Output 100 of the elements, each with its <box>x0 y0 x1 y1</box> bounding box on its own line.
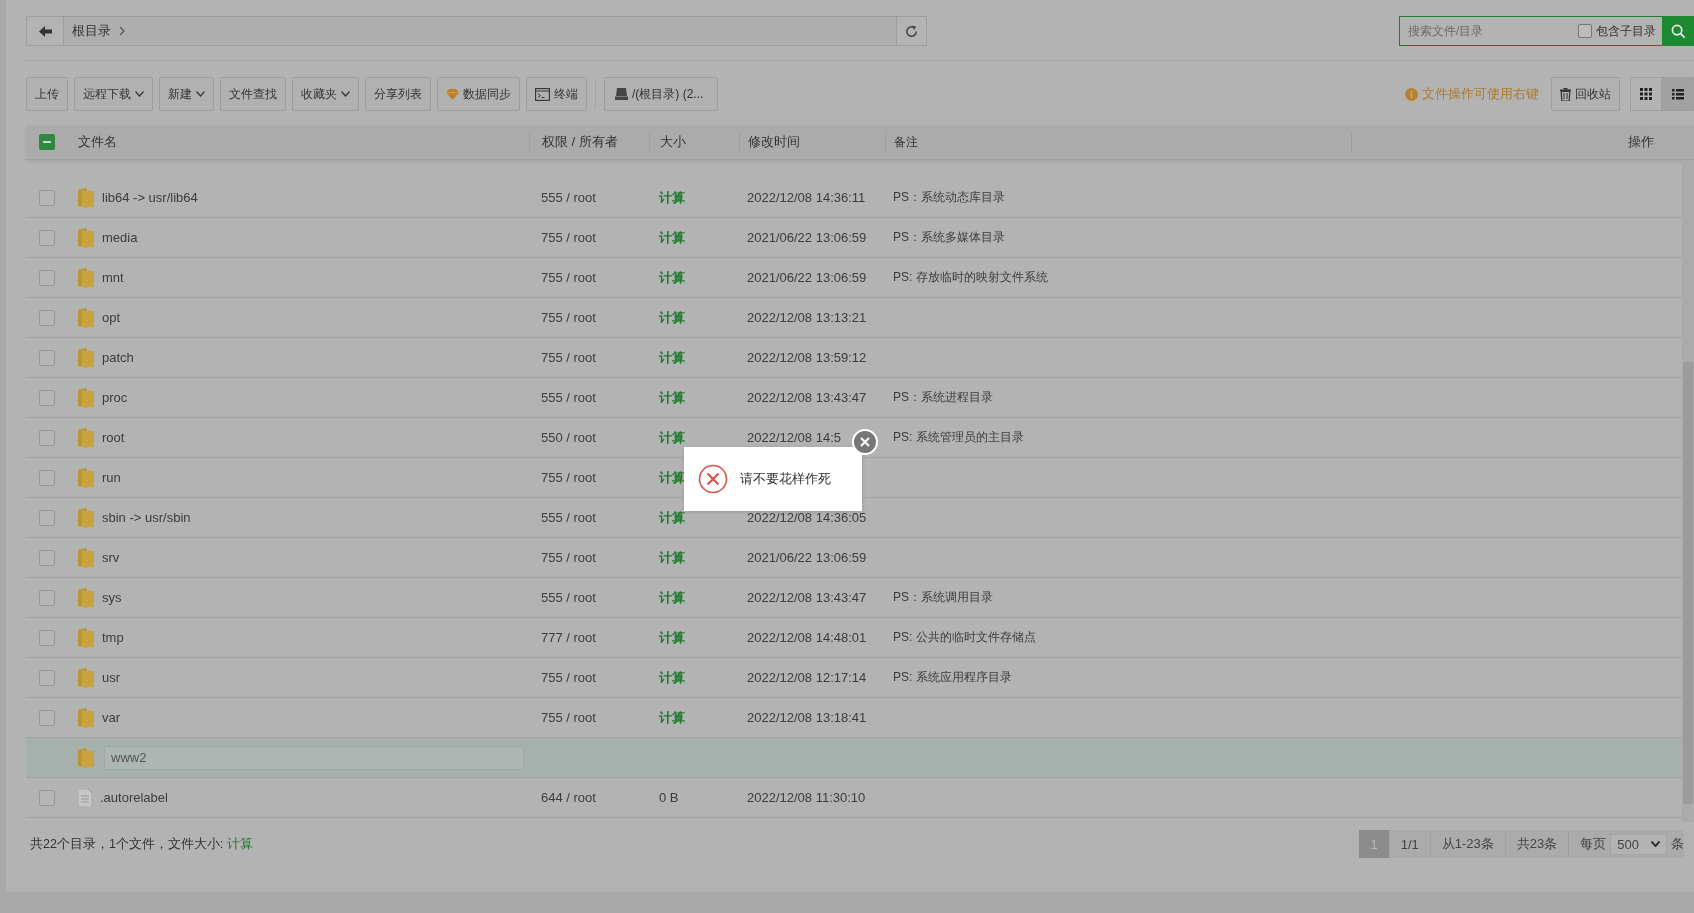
include-subdirs-checkbox[interactable]: 包含子目录 <box>1578 22 1662 40</box>
row-checkbox[interactable] <box>39 709 55 726</box>
list-icon <box>1671 88 1684 100</box>
folder-icon <box>78 267 94 288</box>
search-field[interactable]: 搜索文件/目录 包含子目录 <box>1399 16 1694 46</box>
file-name[interactable]: opt <box>102 310 121 325</box>
toolbar-button[interactable]: 远程下载 <box>74 77 153 111</box>
toolbar-button[interactable]: 终端 <box>526 77 587 111</box>
caret-icon <box>135 91 144 97</box>
file-name[interactable]: tmp <box>102 630 124 645</box>
row-checkbox[interactable] <box>39 509 55 526</box>
row-checkbox[interactable] <box>39 429 55 446</box>
remark-cell[interactable]: PS: 存放临时的映射文件系统 <box>893 270 1048 284</box>
row-checkbox[interactable] <box>39 389 55 406</box>
grid-view-button[interactable] <box>1630 77 1662 111</box>
file-name[interactable]: run <box>102 470 121 485</box>
toolbar-button[interactable]: 收藏夹 <box>292 77 359 111</box>
permissions-cell[interactable]: 644 / root <box>541 790 596 805</box>
refresh-icon <box>904 23 919 39</box>
folder-icon <box>78 467 94 488</box>
info-icon <box>1405 87 1418 101</box>
page-info: 共23条 <box>1504 830 1569 858</box>
back-button[interactable] <box>27 17 64 45</box>
remark-cell[interactable]: PS：系统多媒体目录 <box>893 230 1005 244</box>
toolbar-button[interactable]: 数据同步 <box>437 77 520 111</box>
file-name[interactable]: sbin -> usr/sbin <box>102 510 191 525</box>
row-checkbox[interactable] <box>39 669 55 686</box>
file-name[interactable]: root <box>102 430 125 445</box>
file-name[interactable]: var <box>102 710 121 725</box>
column-header: 权限 / 所有者 <box>542 133 618 151</box>
file-name[interactable]: media <box>102 230 138 245</box>
toolbar-button[interactable]: 新建 <box>159 77 214 111</box>
permissions-cell[interactable]: 555 / root <box>541 190 596 205</box>
file-icon <box>78 788 92 807</box>
modified-time-cell: 2021/06/22 13:06:59 <box>747 550 867 565</box>
permissions-cell[interactable]: 555 / root <box>541 390 596 405</box>
permissions-cell[interactable]: 755 / root <box>541 670 596 685</box>
toolbar-button[interactable]: /(根目录) (2... <box>604 77 719 111</box>
select-all-checkbox[interactable] <box>39 134 55 150</box>
file-name[interactable]: lib64 -> usr/lib64 <box>102 190 198 205</box>
per-page-select[interactable]: 500 <box>1610 833 1667 855</box>
modified-time-cell: 2022/12/08 13:43:47 <box>747 590 867 605</box>
permissions-cell[interactable]: 755 / root <box>541 270 596 285</box>
search-button[interactable] <box>1662 16 1694 46</box>
permissions-cell[interactable]: 555 / root <box>541 510 596 525</box>
toolbar-button[interactable]: 分享列表 <box>365 77 431 111</box>
toolbar-button[interactable]: 文件查找 <box>220 77 286 111</box>
file-name[interactable]: mnt <box>102 270 124 285</box>
modified-time-cell: 2022/12/08 12:17:14 <box>747 670 867 685</box>
modified-time-cell: 2022/12/08 14:5 <box>747 430 841 445</box>
caret-icon <box>196 91 205 97</box>
remark-cell[interactable]: PS：系统调用目录 <box>893 590 993 604</box>
row-checkbox[interactable] <box>39 469 55 486</box>
permissions-cell[interactable]: 550 / root <box>541 430 596 445</box>
row-checkbox[interactable] <box>39 309 55 326</box>
rename-field[interactable]: www2 <box>104 745 524 770</box>
permissions-cell[interactable]: 555 / root <box>541 590 596 605</box>
per-page-unit: 条 <box>1671 835 1684 853</box>
permissions-cell[interactable]: 755 / root <box>541 550 596 565</box>
folder-icon <box>78 187 94 208</box>
remark-cell[interactable]: PS: 系统管理员的主目录 <box>893 430 1024 444</box>
file-name[interactable]: .autorelabel <box>100 790 168 805</box>
file-name[interactable]: srv <box>102 550 120 565</box>
permissions-cell[interactable]: 755 / root <box>541 310 596 325</box>
row-checkbox[interactable] <box>39 229 55 246</box>
folder-icon <box>78 507 94 528</box>
permissions-cell[interactable]: 755 / root <box>541 350 596 365</box>
file-name[interactable]: usr <box>102 670 121 685</box>
row-checkbox[interactable] <box>39 789 55 806</box>
per-page-label: 每页 <box>1580 835 1607 853</box>
permissions-cell[interactable]: 777 / root <box>541 630 596 645</box>
row-checkbox[interactable] <box>39 189 55 206</box>
folder-icon <box>78 747 94 768</box>
folder-icon <box>78 227 94 248</box>
list-view-button[interactable] <box>1662 77 1694 111</box>
file-name[interactable]: proc <box>102 390 128 405</box>
file-name[interactable]: sys <box>102 590 122 605</box>
row-checkbox[interactable] <box>39 269 55 286</box>
remark-cell[interactable]: PS: 公共的临时文件存储点 <box>893 630 1036 644</box>
chevron-right-icon <box>119 26 125 36</box>
remark-cell[interactable]: PS: 系统应用程序目录 <box>893 670 1012 684</box>
modified-time-cell: 2022/12/08 14:36:11 <box>747 190 866 205</box>
column-header: 文件名 <box>78 133 117 151</box>
permissions-cell[interactable]: 755 / root <box>541 710 596 725</box>
toolbar-button[interactable]: 上传 <box>26 77 68 111</box>
refresh-button[interactable] <box>896 17 926 45</box>
grid-icon <box>1640 88 1652 100</box>
row-checkbox[interactable] <box>39 349 55 366</box>
permissions-cell[interactable]: 755 / root <box>541 470 596 485</box>
file-name[interactable]: patch <box>102 350 134 365</box>
modified-time-cell: 2022/12/08 14:36:05 <box>747 510 867 525</box>
remark-cell[interactable]: PS：系统进程目录 <box>893 390 993 404</box>
permissions-cell[interactable]: 755 / root <box>541 230 596 245</box>
breadcrumb-item[interactable]: 根目录 <box>72 22 111 40</box>
column-header: 操作 <box>1628 133 1654 151</box>
row-checkbox[interactable] <box>39 549 55 566</box>
recycle-bin-button[interactable]: 回收站 <box>1551 77 1620 111</box>
remark-cell[interactable]: PS：系统动态库目录 <box>893 190 1005 204</box>
row-checkbox[interactable] <box>39 589 55 606</box>
row-checkbox[interactable] <box>39 629 55 646</box>
